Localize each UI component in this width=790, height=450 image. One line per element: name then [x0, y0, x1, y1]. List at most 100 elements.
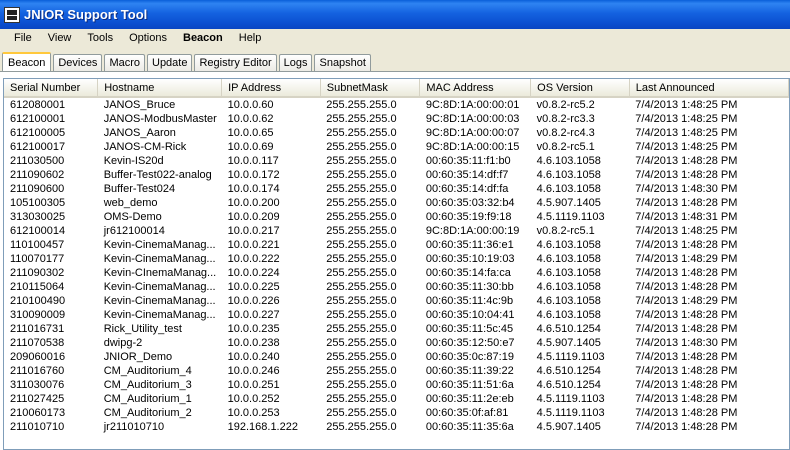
mac-address-cell: 00:60:35:11:2e:eb — [425, 393, 514, 405]
device-table: Serial Number Hostname IP Address Subnet… — [4, 79, 789, 434]
mac-address-cell: 00:60:35:14:fa:ca — [425, 267, 511, 279]
beacon-device-list[interactable]: Serial Number Hostname IP Address Subnet… — [3, 78, 790, 450]
mac-address-cell: 00:60:35:03:32:b4 — [425, 197, 515, 209]
tab-logs[interactable]: Logs — [278, 54, 313, 71]
table-row[interactable]: 210060173 CM_Auditorium_2 10.0.0.253 255.25… — [4, 406, 789, 420]
table-row[interactable]: 612100017 JANOS-CM-Rick 10.0.0.69 255.255.2… — [4, 140, 789, 154]
os-version-cell: 4.6.510.1254 — [536, 323, 601, 335]
subnet-mask-cell: 255.255.255.0 — [326, 211, 397, 223]
ip-address-cell: 10.0.0.246 — [227, 365, 280, 377]
table-row[interactable]: 105100305 web_demo 10.0.0.200 255.255.255.0… — [4, 196, 789, 210]
os-version-cell: 4.5.1119.1103 — [536, 351, 605, 363]
os-version-cell: 4.5.1119.1103 — [536, 407, 605, 419]
column-header-ip-address[interactable]: IP Address — [221, 79, 321, 98]
table-row[interactable]: 612100001 JANOS-ModbusMaster 10.0.0.62 255.… — [4, 112, 789, 126]
ip-address-cell: 10.0.0.172 — [227, 169, 280, 181]
menu-options[interactable]: Options — [121, 29, 175, 48]
column-header-mac-address[interactable]: MAC Address — [419, 79, 532, 98]
os-version-cell: 4.6.103.1058 — [536, 295, 601, 307]
mac-address-cell: 00:60:35:11:35:6a — [425, 421, 514, 433]
hostname-cell: Kevin-CinemaManag... — [103, 295, 216, 307]
table-row[interactable]: 211090602 Buffer-Test022-analog 10.0.0.172… — [4, 168, 789, 182]
subnet-mask-cell: 255.255.255.0 — [326, 225, 397, 237]
table-row[interactable]: 209060016 JNIOR_Demo 10.0.0.240 255.255.255… — [4, 350, 789, 364]
subnet-mask-cell: 255.255.255.0 — [326, 155, 397, 167]
mac-address-cell: 00:60:35:11:f1:b0 — [425, 155, 511, 167]
subnet-mask-cell: 255.255.255.0 — [326, 239, 397, 251]
table-row[interactable]: 210100490 Kevin-CinemaManag... 10.0.0.226 2… — [4, 294, 789, 308]
hostname-cell: JANOS-CM-Rick — [103, 141, 187, 153]
table-row[interactable]: 612100014 jr612100014 10.0.0.217 255.255.25… — [4, 224, 789, 238]
table-row[interactable]: 110070177 Kevin-CinemaManag... 10.0.0.222 2… — [4, 252, 789, 266]
table-row[interactable]: 310090009 Kevin-CinemaManag... 10.0.0.227 2… — [4, 308, 789, 322]
table-row[interactable]: 210115064 Kevin-CinemaManag... 10.0.0.225 2… — [4, 280, 789, 294]
subnet-mask-cell: 255.255.255.0 — [326, 421, 397, 433]
subnet-mask-cell: 255.255.255.0 — [326, 127, 397, 139]
serial-number-cell: 211090602 — [10, 169, 65, 181]
table-row[interactable]: 110100457 Kevin-CinemaManag... 10.0.0.221 2… — [4, 238, 789, 252]
table-row[interactable]: 211090302 Kevin-CInemaManag... 10.0.0.224 2… — [4, 266, 789, 280]
table-row[interactable]: 211016760 CM_Auditorium_4 10.0.0.246 255.25… — [4, 364, 789, 378]
subnet-mask-cell: 255.255.255.0 — [326, 309, 397, 321]
table-row[interactable]: 211010710 jr211010710 192.168.1.222 255.255… — [4, 420, 789, 434]
ip-address-cell: 10.0.0.174 — [227, 183, 280, 195]
menu-help[interactable]: Help — [231, 29, 270, 48]
column-header-serial-number[interactable]: Serial Number — [4, 79, 99, 98]
column-header-subnet-mask[interactable]: SubnetMask — [320, 79, 421, 98]
table-row[interactable]: 211090600 Buffer-Test024 10.0.0.174 255.255… — [4, 182, 789, 196]
hostname-cell: jr612100014 — [103, 225, 165, 237]
table-row[interactable]: 612080001 JANOS_Bruce 10.0.0.60 255.255.255… — [4, 97, 789, 112]
tab-devices[interactable]: Devices — [53, 54, 103, 71]
serial-number-cell: 210060173 — [10, 407, 66, 419]
tab-registry-editor[interactable]: Registry Editor — [194, 54, 277, 71]
table-row[interactable]: 311030076 CM_Auditorium_3 10.0.0.251 255.25… — [4, 378, 789, 392]
os-version-cell: 4.6.103.1058 — [536, 169, 601, 181]
mac-address-cell: 9C:8D:1A:00:00:01 — [425, 99, 520, 111]
mac-address-cell: 00:60:35:11:39:22 — [425, 365, 514, 377]
column-header-last-announced[interactable]: Last Announced — [629, 79, 789, 98]
menu-tools[interactable]: Tools — [79, 29, 121, 48]
subnet-mask-cell: 255.255.255.0 — [326, 323, 397, 335]
ip-address-cell: 10.0.0.235 — [227, 323, 280, 335]
tab-update[interactable]: Update — [147, 54, 193, 71]
table-row[interactable]: 211030500 Kevin-IS20d 10.0.0.117 255.255.25… — [4, 154, 789, 168]
hostname-cell: web_demo — [103, 197, 158, 209]
tab-macro[interactable]: Macro — [104, 54, 145, 71]
last-announced-cell: 7/4/2013 1:48:28 PM — [635, 197, 738, 209]
table-row[interactable]: 211016731 Rick_Utility_test 10.0.0.235 255.… — [4, 322, 789, 336]
ip-address-cell: 10.0.0.69 — [227, 141, 274, 153]
subnet-mask-cell: 255.255.255.0 — [326, 141, 397, 153]
os-version-cell: 4.5.907.1405 — [536, 421, 601, 433]
serial-number-cell: 211090302 — [10, 267, 65, 279]
column-header-hostname[interactable]: Hostname — [97, 79, 223, 98]
app-icon — [4, 6, 20, 23]
serial-number-cell: 612100014 — [10, 225, 66, 237]
header-row: Serial Number Hostname IP Address Subnet… — [4, 79, 789, 98]
menu-beacon[interactable]: Beacon — [175, 29, 231, 48]
table-row[interactable]: 211070538 dwipg-2 10.0.0.238 255.255.255.0 0… — [4, 336, 789, 350]
tab-beacon[interactable]: Beacon — [2, 52, 52, 72]
subnet-mask-cell: 255.255.255.0 — [326, 169, 397, 181]
os-version-cell: 4.6.103.1058 — [536, 183, 601, 195]
table-row[interactable]: 211027425 CM_Auditorium_1 10.0.0.252 255.25… — [4, 392, 789, 406]
subnet-mask-cell: 255.255.255.0 — [326, 407, 397, 419]
os-version-cell: 4.6.103.1058 — [536, 253, 601, 265]
menu-view[interactable]: View — [40, 29, 80, 48]
os-version-cell: v0.8.2-rc5.2 — [536, 99, 595, 111]
ip-address-cell: 10.0.0.117 — [227, 155, 279, 167]
column-header-os-version[interactable]: OS Version — [530, 79, 630, 98]
table-row[interactable]: 313030025 OMS-Demo 10.0.0.209 255.255.255.0… — [4, 210, 789, 224]
subnet-mask-cell: 255.255.255.0 — [326, 253, 397, 265]
last-announced-cell: 7/4/2013 1:48:28 PM — [635, 169, 738, 181]
hostname-cell: Kevin-CInemaManag... — [103, 267, 217, 279]
table-row[interactable]: 612100005 JANOS_Aaron 10.0.0.65 255.255.255… — [4, 126, 789, 140]
last-announced-cell: 7/4/2013 1:48:30 PM — [635, 183, 738, 195]
serial-number-cell: 612100017 — [10, 141, 66, 153]
hostname-cell: dwipg-2 — [103, 337, 143, 349]
tab-snapshot[interactable]: Snapshot — [314, 54, 371, 71]
hostname-cell: Kevin-CinemaManag... — [103, 281, 216, 293]
os-version-cell: v0.8.2-rc3.3 — [536, 113, 595, 125]
menu-file[interactable]: File — [0, 29, 40, 48]
hostname-cell: JANOS-ModbusMaster — [103, 113, 217, 125]
serial-number-cell: 612100001 — [10, 113, 66, 125]
